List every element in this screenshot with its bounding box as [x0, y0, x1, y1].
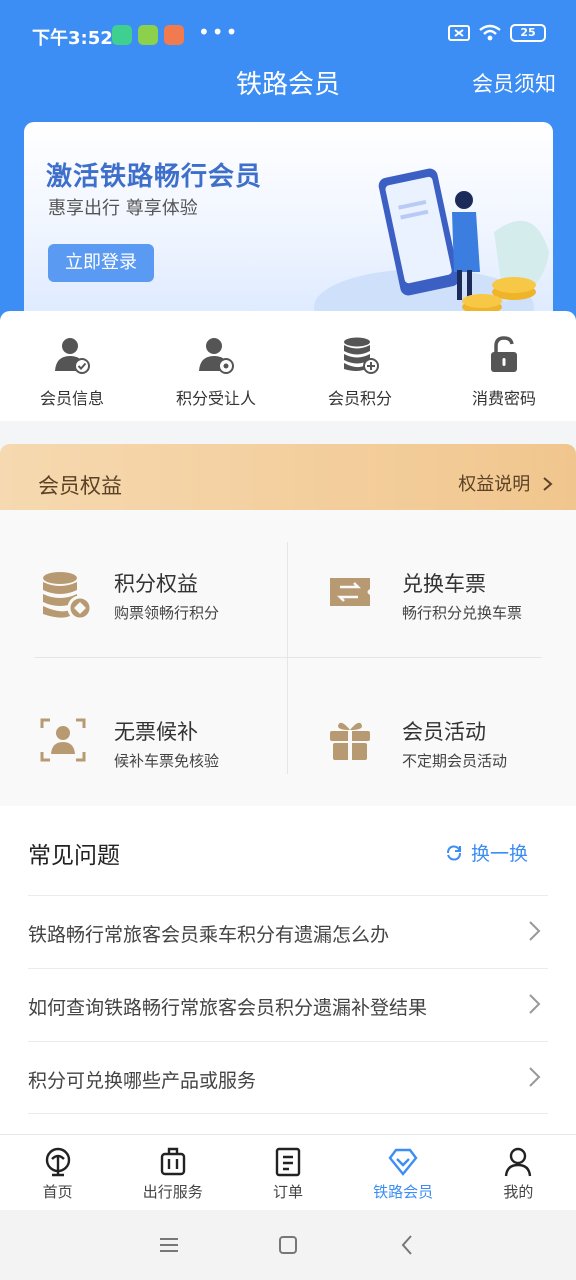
quick-points-transferee[interactable]: 积分受让人: [144, 311, 288, 421]
tab-label: 铁路会员: [373, 1183, 434, 1201]
back-icon[interactable]: [400, 1234, 414, 1256]
bottom-tab-bar: 首页 出行服务 订单 铁路会员 我的: [0, 1134, 576, 1210]
benefit-desc: 购票领畅行积分: [114, 604, 220, 622]
benefits-header: 会员权益 权益说明: [0, 444, 576, 510]
banner-subtitle: 惠享出行 尊享体验: [48, 198, 198, 219]
divider: [34, 657, 542, 658]
battery-icon: 25: [510, 24, 546, 42]
benefit-desc: 候补车票免核验: [114, 752, 220, 770]
status-right: 25: [448, 24, 546, 42]
face-scan-icon: [40, 718, 86, 762]
points-stack-icon: [43, 572, 93, 621]
order-icon: [275, 1147, 301, 1177]
faq-title: 常见问题: [28, 843, 120, 869]
faq-refresh-label: 换一换: [470, 843, 528, 865]
chevron-right-icon: [529, 994, 541, 1014]
banner-illustration: [314, 168, 549, 322]
faq-question: 积分可兑换哪些产品或服务: [28, 1070, 257, 1092]
quick-member-info[interactable]: 会员信息: [0, 311, 144, 421]
chevron-right-icon: [529, 1067, 541, 1087]
download-app-icon: [138, 25, 158, 45]
faq-item[interactable]: 积分可兑换哪些产品或服务: [28, 1041, 548, 1114]
benefit-name: 积分权益: [114, 572, 198, 596]
member-points-icon: [344, 337, 379, 374]
points-transferee-icon: [199, 338, 234, 374]
benefits-explain-label: 权益说明: [458, 474, 531, 495]
home-square-icon[interactable]: [278, 1235, 298, 1255]
ticket-exchange-icon: [330, 578, 370, 606]
benefits-grid: 积分权益 购票领畅行积分 兑换车票 畅行积分兑换车票 无票候补 候补车票免核验 …: [0, 510, 576, 806]
benefit-name: 兑换车票: [402, 572, 486, 596]
quick-label: 会员信息: [39, 389, 104, 408]
refresh-icon: [446, 844, 461, 861]
banner-title: 激活铁路畅行会员: [46, 162, 263, 192]
quick-label: 积分受让人: [175, 389, 256, 408]
profile-icon: [505, 1147, 532, 1177]
home-rail-icon: [45, 1147, 70, 1177]
activate-banner[interactable]: 激活铁路畅行会员 惠享出行 尊享体验 立即登录: [24, 122, 553, 322]
diamond-icon: [388, 1148, 418, 1176]
tab-orders[interactable]: 订单: [230, 1135, 345, 1210]
sim-icon: [448, 25, 470, 41]
status-time: 下午3:52: [32, 28, 113, 49]
shield-app-icon: [112, 25, 132, 45]
benefit-desc: 不定期会员活动: [402, 752, 508, 770]
tab-label: 订单: [272, 1183, 303, 1201]
quick-actions: 会员信息 积分受让人 会员积分 消费密码: [0, 311, 576, 421]
benefit-ticket-exchange[interactable]: 兑换车票 畅行积分兑换车票: [328, 558, 576, 638]
tab-label: 首页: [42, 1183, 73, 1201]
tab-travel-services[interactable]: 出行服务: [115, 1135, 230, 1210]
benefit-points[interactable]: 积分权益 购票领畅行积分: [40, 558, 290, 638]
luggage-icon: [160, 1147, 185, 1176]
benefits-title: 会员权益: [38, 474, 122, 498]
member-notice-link[interactable]: 会员须知: [472, 68, 556, 98]
notification-icons: [112, 25, 184, 45]
tab-mine[interactable]: 我的: [461, 1135, 576, 1210]
member-info-icon: [55, 338, 90, 374]
quick-member-points[interactable]: 会员积分: [288, 311, 432, 421]
status-bar: 下午3:52 ••• 25: [0, 0, 576, 64]
benefit-name: 无票候补: [114, 720, 198, 744]
tab-label: 我的: [503, 1183, 534, 1201]
faq-item[interactable]: 如何查询铁路畅行常旅客会员积分遗漏补登结果: [28, 968, 548, 1041]
menu-icon[interactable]: [158, 1236, 180, 1254]
faq-section: 常见问题 换一换 铁路畅行常旅客会员乘车积分有遗漏怎么办 如何查询铁路畅行常旅客…: [0, 806, 576, 1136]
benefit-waitlist[interactable]: 无票候补 候补车票免核验: [40, 706, 290, 786]
faq-question: 铁路畅行常旅客会员乘车积分有遗漏怎么办: [28, 924, 390, 946]
tab-label: 出行服务: [142, 1183, 203, 1201]
quick-label: 会员积分: [327, 389, 392, 408]
benefit-desc: 畅行积分兑换车票: [402, 604, 523, 622]
lock-icon: [491, 336, 517, 372]
faq-question: 如何查询铁路畅行常旅客会员积分遗漏补登结果: [28, 997, 428, 1019]
gift-icon: [330, 722, 370, 760]
faq-refresh-button[interactable]: 换一换: [445, 839, 528, 866]
quick-label: 消费密码: [471, 389, 536, 408]
chevron-right-icon: [543, 477, 553, 491]
tab-home[interactable]: 首页: [0, 1135, 115, 1210]
benefit-activities[interactable]: 会员活动 不定期会员活动: [328, 706, 576, 786]
wifi-icon: [479, 24, 501, 41]
quick-consume-password[interactable]: 消费密码: [432, 311, 576, 421]
faq-item[interactable]: 铁路畅行常旅客会员乘车积分有遗漏怎么办: [28, 895, 548, 968]
tab-railway-member[interactable]: 铁路会员: [346, 1135, 461, 1210]
system-nav-bar: [0, 1210, 576, 1280]
login-button[interactable]: 立即登录: [48, 244, 154, 282]
chevron-right-icon: [529, 921, 541, 941]
taobao-app-icon: [164, 25, 184, 45]
more-notifications-icon: •••: [198, 20, 240, 44]
benefit-name: 会员活动: [402, 720, 486, 744]
benefits-explain-link[interactable]: 权益说明: [458, 470, 554, 496]
